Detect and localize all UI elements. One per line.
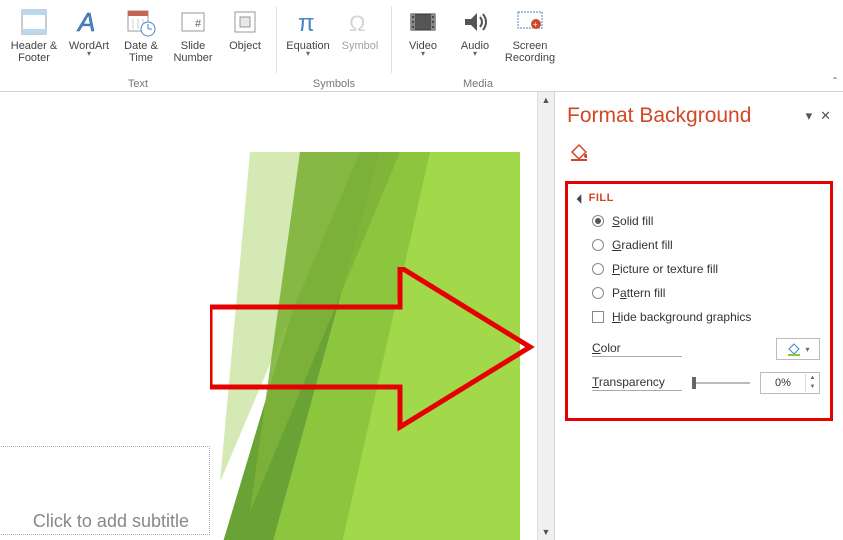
equation-icon: π xyxy=(292,6,324,38)
object-icon xyxy=(229,6,261,38)
symbol-icon: Ω xyxy=(344,6,376,38)
transparency-spinner[interactable]: 0% ▲ ▼ xyxy=(760,372,820,394)
picture-fill-radio[interactable]: Picture or texture fill xyxy=(592,262,820,276)
solid-fill-label: olid fill xyxy=(620,214,653,228)
picture-fill-label: icture or texture fill xyxy=(620,262,718,276)
radio-icon xyxy=(592,215,604,227)
slide-number-button[interactable]: # Slide Number xyxy=(168,4,218,68)
screen-recording-label: Screen Recording xyxy=(504,40,556,66)
symbol-button: Ω Symbol xyxy=(335,4,385,68)
spinner-up-icon[interactable]: ▲ xyxy=(806,374,819,383)
fill-bucket-icon[interactable] xyxy=(567,142,587,162)
spinner-down-icon[interactable]: ▼ xyxy=(806,383,819,392)
pane-close-button[interactable]: ✕ xyxy=(820,108,831,124)
slide-canvas[interactable]: add title Click to add subtitle xyxy=(0,152,520,540)
ribbon-collapse-button[interactable]: ˆ xyxy=(833,75,837,89)
color-label: olor xyxy=(601,341,621,355)
dropdown-icon: ▾ xyxy=(461,50,489,59)
pattern-fill-label: ttern fill xyxy=(627,286,666,300)
date-time-button[interactable]: Date & Time xyxy=(116,4,166,68)
slide-number-icon: # xyxy=(177,6,209,38)
header-footer-label: Header & Footer xyxy=(8,40,60,66)
pane-title: Format Background xyxy=(567,104,751,128)
symbol-label: Symbol xyxy=(342,40,379,66)
paint-bucket-icon xyxy=(786,341,802,357)
audio-button[interactable]: Audio▾ xyxy=(450,4,500,68)
transparency-value: 0% xyxy=(761,377,805,389)
header-footer-icon xyxy=(18,6,50,38)
hide-bg-label: ide background graphics xyxy=(621,310,752,324)
checkbox-icon xyxy=(592,311,604,323)
transparency-label: ransparency xyxy=(599,375,665,389)
wordart-button[interactable]: A WordArt▾ xyxy=(64,4,114,68)
ribbon-group-symbols: π Equation▾ Ω Symbol Symbols xyxy=(277,0,391,92)
transparency-slider[interactable] xyxy=(692,382,750,384)
object-label: Object xyxy=(229,40,261,66)
date-time-label: Date & Time xyxy=(118,40,164,66)
scroll-down-icon[interactable]: ▼ xyxy=(539,524,554,540)
svg-text:Ω: Ω xyxy=(349,11,365,36)
fill-section-header[interactable]: FILL xyxy=(578,192,820,204)
pattern-fill-radio[interactable]: Pattern fill xyxy=(592,286,820,300)
audio-icon xyxy=(459,6,491,38)
slide-background-graphic xyxy=(220,152,520,540)
ribbon-group-media: Video▾ Audio▾ + Screen Recording Media xyxy=(392,0,564,92)
wordart-icon: A xyxy=(73,6,105,38)
video-icon xyxy=(407,6,439,38)
group-label-media: Media xyxy=(463,78,493,92)
slide-editor: add title Click to add subtitle ▲ ▼ xyxy=(0,92,555,540)
gradient-fill-label: radient fill xyxy=(621,238,672,252)
group-label-symbols: Symbols xyxy=(313,78,355,92)
solid-fill-radio[interactable]: Solid fill xyxy=(592,214,820,228)
fill-section: FILL Solid fill Gradient fill Picture or… xyxy=(565,181,833,421)
vertical-scrollbar[interactable]: ▲ ▼ xyxy=(537,92,554,540)
object-button[interactable]: Object xyxy=(220,4,270,68)
fill-section-label: FILL xyxy=(589,192,614,204)
slider-thumb[interactable] xyxy=(692,377,696,389)
title-placeholder[interactable]: add title Click to add subtitle xyxy=(0,446,210,535)
video-button[interactable]: Video▾ xyxy=(398,4,448,68)
radio-icon xyxy=(592,263,604,275)
slide-number-label: Slide Number xyxy=(170,40,216,66)
scroll-up-icon[interactable]: ▲ xyxy=(539,92,554,108)
title-text: add title xyxy=(0,453,199,503)
svg-text:#: # xyxy=(195,18,202,30)
gradient-fill-radio[interactable]: Gradient fill xyxy=(592,238,820,252)
equation-button[interactable]: π Equation▾ xyxy=(283,4,333,68)
dropdown-icon: ▾ xyxy=(286,50,329,59)
screen-recording-button[interactable]: + Screen Recording xyxy=(502,4,558,68)
pane-options-button[interactable]: ▾ xyxy=(806,108,813,124)
ribbon: Header & Footer A WordArt▾ Date & Time #… xyxy=(0,0,843,92)
color-picker-button[interactable]: ▾ xyxy=(776,338,820,360)
hide-bg-graphics-checkbox[interactable]: Hide background graphics xyxy=(592,310,820,324)
dropdown-icon: ▾ xyxy=(409,50,437,59)
radio-icon xyxy=(592,239,604,251)
svg-text:A: A xyxy=(76,7,95,37)
screen-recording-icon: + xyxy=(514,6,546,38)
header-footer-button[interactable]: Header & Footer xyxy=(6,4,62,68)
group-label-text: Text xyxy=(128,78,148,92)
svg-text:+: + xyxy=(533,20,538,29)
date-time-icon xyxy=(125,6,157,38)
dropdown-icon: ▾ xyxy=(805,345,809,354)
format-background-pane: Format Background ▾ ✕ FILL Solid fill xyxy=(555,92,843,540)
ribbon-group-text: Header & Footer A WordArt▾ Date & Time #… xyxy=(0,0,276,92)
svg-text:π: π xyxy=(298,10,315,37)
dropdown-icon: ▾ xyxy=(69,50,109,59)
radio-icon xyxy=(592,287,604,299)
subtitle-text: Click to add subtitle xyxy=(0,511,199,532)
main-area: add title Click to add subtitle ▲ ▼ Form… xyxy=(0,92,843,540)
